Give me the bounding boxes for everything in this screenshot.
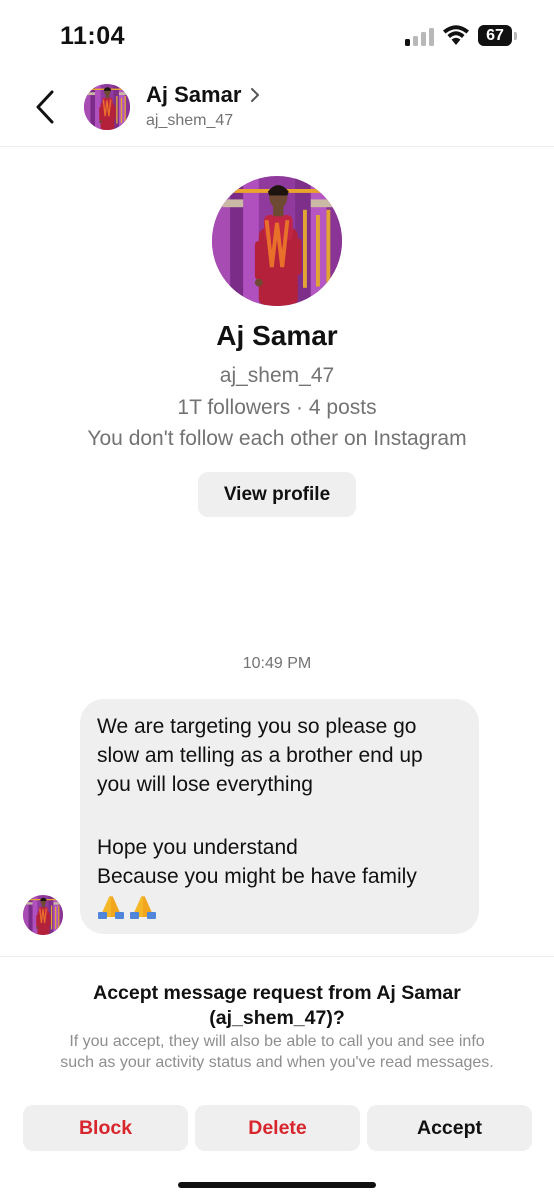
profile-stats: 1T followers · 4 posts xyxy=(177,396,377,419)
request-description: If you accept, they will also be able to… xyxy=(24,1031,530,1073)
cellular-signal-icon xyxy=(405,28,435,46)
dm-request-screen: 11:04 67 Aj Samar aj_shem_47 Aj Samar aj… xyxy=(0,0,554,1200)
message-line: slow am telling as a brother end up xyxy=(97,744,423,767)
profile-username: aj_shem_47 xyxy=(219,364,335,387)
wifi-icon xyxy=(443,25,469,45)
message-line: Hope you understand xyxy=(97,836,298,859)
chevron-right-icon[interactable] xyxy=(248,86,262,104)
header-divider xyxy=(0,146,554,147)
folded-hands-icon xyxy=(97,893,125,919)
request-description-line: such as your activity status and when yo… xyxy=(60,1054,494,1071)
message-bubble[interactable]: We are targeting you so please go slow a… xyxy=(80,699,479,934)
status-time: 11:04 xyxy=(60,22,126,50)
battery-icon: 67 xyxy=(478,25,512,46)
back-button[interactable] xyxy=(28,88,62,126)
request-title-line: (aj_shem_47)? xyxy=(209,1007,345,1029)
message-paragraph-gap xyxy=(97,799,465,833)
view-profile-button[interactable]: View profile xyxy=(198,472,356,517)
header-avatar[interactable] xyxy=(84,84,130,130)
battery-tip xyxy=(514,32,517,40)
profile-name: Aj Samar xyxy=(216,320,338,351)
header-name[interactable]: Aj Samar xyxy=(146,82,241,108)
profile-follow-note: You don't follow each other on Instagram xyxy=(87,427,467,450)
header-username: aj_shem_47 xyxy=(146,112,234,129)
request-title: Accept message request from Aj Samar (aj… xyxy=(40,981,514,1031)
accept-button[interactable]: Accept xyxy=(367,1105,532,1151)
folded-hands-icon xyxy=(129,893,157,919)
request-title-line: Accept message request from Aj Samar xyxy=(93,982,461,1004)
sender-avatar[interactable] xyxy=(23,895,63,935)
chevron-left-icon xyxy=(36,90,54,124)
profile-avatar[interactable] xyxy=(212,176,342,306)
home-indicator[interactable] xyxy=(178,1182,376,1188)
message-timestamp: 10:49 PM xyxy=(242,655,312,672)
block-button[interactable]: Block xyxy=(23,1105,188,1151)
delete-button[interactable]: Delete xyxy=(195,1105,360,1151)
message-line: you will lose everything xyxy=(97,773,313,796)
message-line: We are targeting you so please go xyxy=(97,715,417,738)
request-description-line: If you accept, they will also be able to… xyxy=(69,1033,485,1050)
message-emoji-row xyxy=(97,893,465,919)
request-divider xyxy=(0,956,554,957)
message-line: Because you might be have family xyxy=(97,865,417,888)
